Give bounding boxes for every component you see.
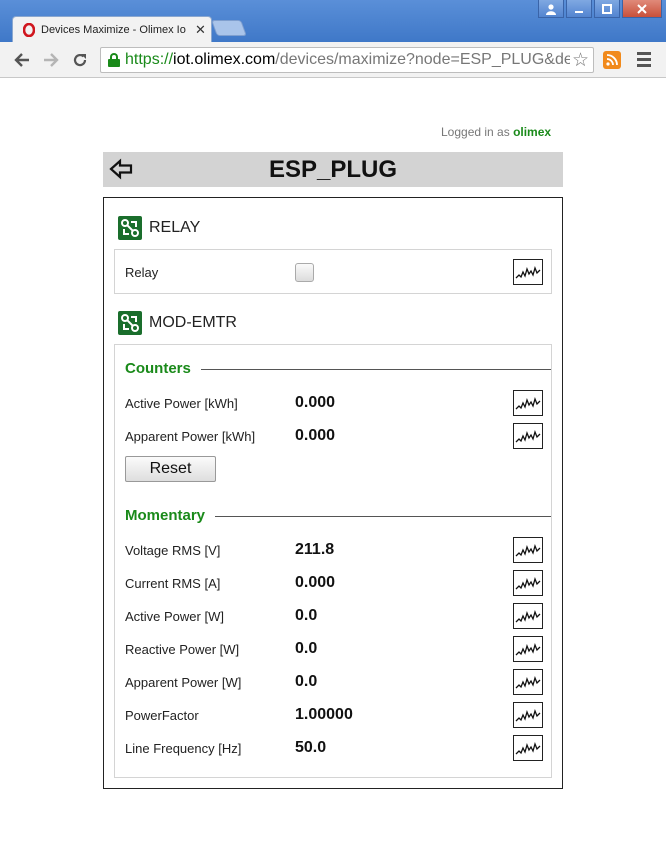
momentary-row: Reactive Power [W] 0.0	[125, 636, 543, 662]
tab-close-icon[interactable]: ✕	[195, 22, 206, 38]
module-settings-icon[interactable]	[118, 216, 142, 240]
address-bar[interactable]: https://iot.olimex.com/devices/maximize?…	[100, 47, 594, 73]
graph-icon[interactable]	[513, 735, 543, 761]
graph-icon[interactable]	[513, 570, 543, 596]
logged-in-status: Logged in as olimex	[441, 125, 552, 139]
module-name: MOD-EMTR	[149, 314, 237, 331]
momentary-row: PowerFactor 1.00000	[125, 702, 543, 728]
counter-row: Apparent Power [kWh] 0.000	[125, 423, 543, 449]
momentary-row: Voltage RMS [V] 211.8	[125, 537, 543, 563]
momentary-title: Momentary	[125, 506, 206, 524]
module-emtr-heading: MOD-EMTR	[118, 310, 237, 336]
counters-title: Counters	[125, 359, 191, 377]
menu-icon[interactable]	[637, 52, 651, 70]
graph-icon[interactable]	[513, 603, 543, 629]
graph-icon[interactable]	[513, 636, 543, 662]
tab-title: Devices Maximize - Olimex Io	[41, 23, 186, 36]
device-title: ESP_PLUG	[268, 155, 398, 183]
counters-section-heading: Counters	[125, 358, 551, 378]
momentary-row: Apparent Power [W] 0.0	[125, 669, 543, 695]
back-arrow-icon[interactable]	[11, 49, 33, 71]
momentary-row: Active Power [W] 0.0	[125, 603, 543, 629]
relay-checkbox[interactable]	[295, 262, 314, 282]
maximize-button[interactable]	[594, 0, 620, 18]
counter-row: Active Power [kWh] 0.000	[125, 390, 543, 416]
graph-icon[interactable]	[513, 537, 543, 563]
momentary-row: Line Frequency [Hz] 50.0	[125, 735, 543, 761]
back-icon[interactable]	[109, 158, 133, 180]
url-text: https://iot.olimex.com/devices/maximize?…	[125, 51, 573, 68]
momentary-section-heading: Momentary	[125, 505, 551, 525]
module-relay-heading: RELAY	[118, 215, 200, 241]
minimize-button[interactable]	[566, 0, 592, 18]
momentary-row: Current RMS [A] 0.000	[125, 570, 543, 596]
lock-icon	[107, 53, 121, 67]
module-name: RELAY	[149, 219, 201, 236]
rss-icon[interactable]	[603, 51, 621, 69]
graph-icon[interactable]	[513, 390, 543, 416]
graph-icon[interactable]	[513, 423, 543, 449]
browser-tab[interactable]: Devices Maximize - Olimex Io ✕	[12, 16, 212, 42]
forward-arrow-icon[interactable]	[40, 49, 62, 71]
username-link[interactable]: olimex	[513, 125, 551, 139]
graph-icon[interactable]	[513, 702, 543, 728]
relay-label: Relay	[125, 264, 159, 280]
device-header: ESP_PLUG	[103, 152, 563, 187]
device-card: RELAY Relay MOD-EMTR Counters Active Pow…	[103, 197, 563, 789]
bookmark-star-icon[interactable]: ☆	[569, 49, 589, 72]
browser-toolbar: https://iot.olimex.com/devices/maximize?…	[0, 42, 666, 78]
emtr-panel: Counters Active Power [kWh] 0.000 Appare…	[114, 344, 552, 778]
reset-button[interactable]: Reset	[125, 456, 216, 482]
module-settings-icon[interactable]	[118, 311, 142, 335]
graph-icon[interactable]	[513, 669, 543, 695]
browser-titlebar: Devices Maximize - Olimex Io ✕	[0, 0, 666, 42]
graph-icon[interactable]	[513, 259, 543, 285]
opera-icon	[23, 22, 35, 37]
relay-panel: Relay	[114, 249, 552, 294]
reload-icon[interactable]	[69, 49, 91, 71]
relay-row: Relay	[125, 259, 543, 285]
new-tab-button[interactable]	[211, 20, 247, 36]
profile-icon[interactable]	[538, 0, 564, 18]
close-window-button[interactable]	[622, 0, 662, 18]
